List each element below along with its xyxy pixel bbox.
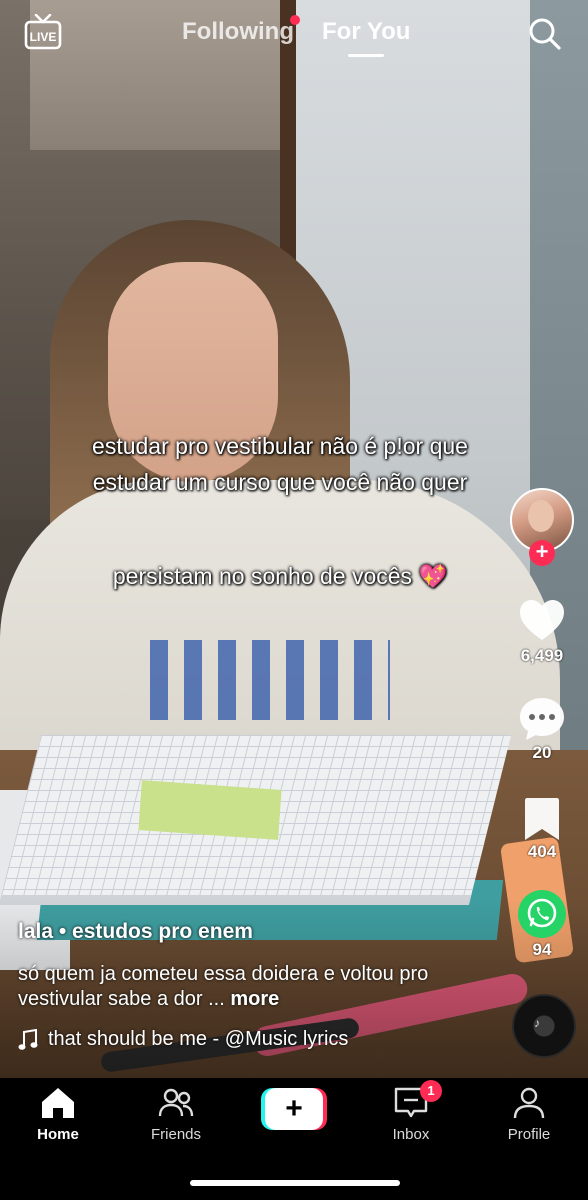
following-new-dot bbox=[290, 15, 300, 25]
share-count: 94 bbox=[532, 940, 552, 959]
comment-count: 20 bbox=[532, 743, 552, 762]
bookmark-icon[interactable] bbox=[518, 796, 566, 842]
live-label: LIVE bbox=[30, 30, 57, 44]
save-count: 404 bbox=[527, 842, 557, 861]
top-bar: LIVE Following For You bbox=[0, 0, 588, 70]
friends-icon bbox=[158, 1088, 194, 1117]
video-player[interactable] bbox=[0, 0, 588, 1078]
sound-row[interactable]: that should be me - @Music lyrics bbox=[18, 1028, 348, 1051]
home-indicator bbox=[190, 1180, 400, 1186]
comment-icon[interactable] bbox=[518, 696, 566, 742]
video-caption-text-2: persistam no sonho de vocês 💖 bbox=[112, 563, 448, 589]
nav-inbox[interactable]: Inbox bbox=[366, 1084, 456, 1143]
heart-icon[interactable] bbox=[518, 598, 566, 644]
post-description[interactable]: só quem ja cometeu essa doidera e voltou… bbox=[18, 962, 488, 1012]
live-icon[interactable]: LIVE bbox=[24, 14, 62, 50]
nav-home[interactable]: Home bbox=[13, 1084, 103, 1143]
create-plus-icon: + bbox=[265, 1088, 323, 1130]
search-icon[interactable] bbox=[528, 17, 562, 51]
more-link[interactable]: more bbox=[230, 988, 279, 1010]
whatsapp-glyph-icon bbox=[527, 898, 557, 928]
description-text: só quem ja cometeu essa doidera e voltou… bbox=[18, 963, 429, 1010]
nav-friends-label: Friends bbox=[150, 1126, 202, 1143]
nav-friends[interactable]: Friends bbox=[131, 1084, 221, 1143]
nav-home-label: Home bbox=[37, 1126, 79, 1143]
tab-for-you[interactable]: For You bbox=[322, 18, 410, 46]
hoodie-print bbox=[150, 640, 390, 720]
follow-button[interactable]: + bbox=[529, 540, 555, 566]
music-note-icon bbox=[18, 1028, 38, 1050]
nav-inbox-label: Inbox bbox=[392, 1126, 430, 1143]
nav-profile-label: Profile bbox=[507, 1126, 551, 1143]
tab-active-indicator bbox=[348, 54, 384, 57]
avatar-face bbox=[528, 500, 554, 532]
sticky-note bbox=[138, 780, 282, 840]
whatsapp-share-icon[interactable] bbox=[518, 890, 566, 938]
profile-icon bbox=[513, 1087, 545, 1119]
home-icon bbox=[42, 1088, 74, 1118]
nav-profile[interactable]: Profile bbox=[484, 1084, 574, 1143]
create-button[interactable]: + bbox=[261, 1088, 327, 1130]
video-caption-text: estudar pro vestibular não é p!or que es… bbox=[92, 433, 468, 495]
sound-title: that should be me - @Music lyrics bbox=[48, 1028, 349, 1050]
like-count: 6,499 bbox=[520, 646, 564, 665]
tab-following[interactable]: Following bbox=[182, 18, 294, 46]
inbox-badge: 1 bbox=[420, 1080, 442, 1102]
music-note-icon: ♪ bbox=[534, 1016, 540, 1030]
music-disc[interactable] bbox=[512, 994, 576, 1058]
creator-username[interactable]: lala • estudos pro enem bbox=[18, 920, 253, 944]
